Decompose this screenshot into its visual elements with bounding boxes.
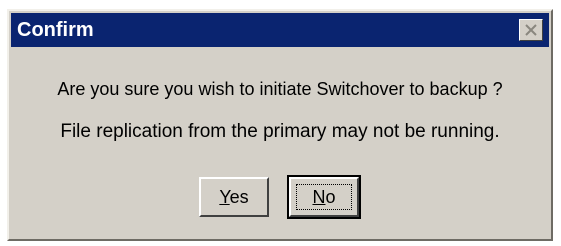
yes-mnemonic: Y [219, 187, 230, 207]
confirm-dialog: Confirm Are you sure you wish to initiat… [7, 9, 553, 241]
message-line-2: File replication from the primary may no… [60, 121, 500, 142]
no-mnemonic: N [312, 187, 326, 207]
no-button[interactable]: No [287, 175, 361, 219]
yes-label-rest: es [229, 187, 249, 207]
title-bar[interactable]: Confirm [11, 13, 549, 47]
no-label-rest: o [325, 187, 336, 207]
message-line-1: Are you sure you wish to initiate Switch… [57, 79, 503, 99]
close-button[interactable] [519, 19, 543, 41]
yes-button[interactable]: Yes [199, 177, 269, 217]
close-x-icon [525, 24, 537, 36]
dialog-title: Confirm [17, 19, 94, 41]
